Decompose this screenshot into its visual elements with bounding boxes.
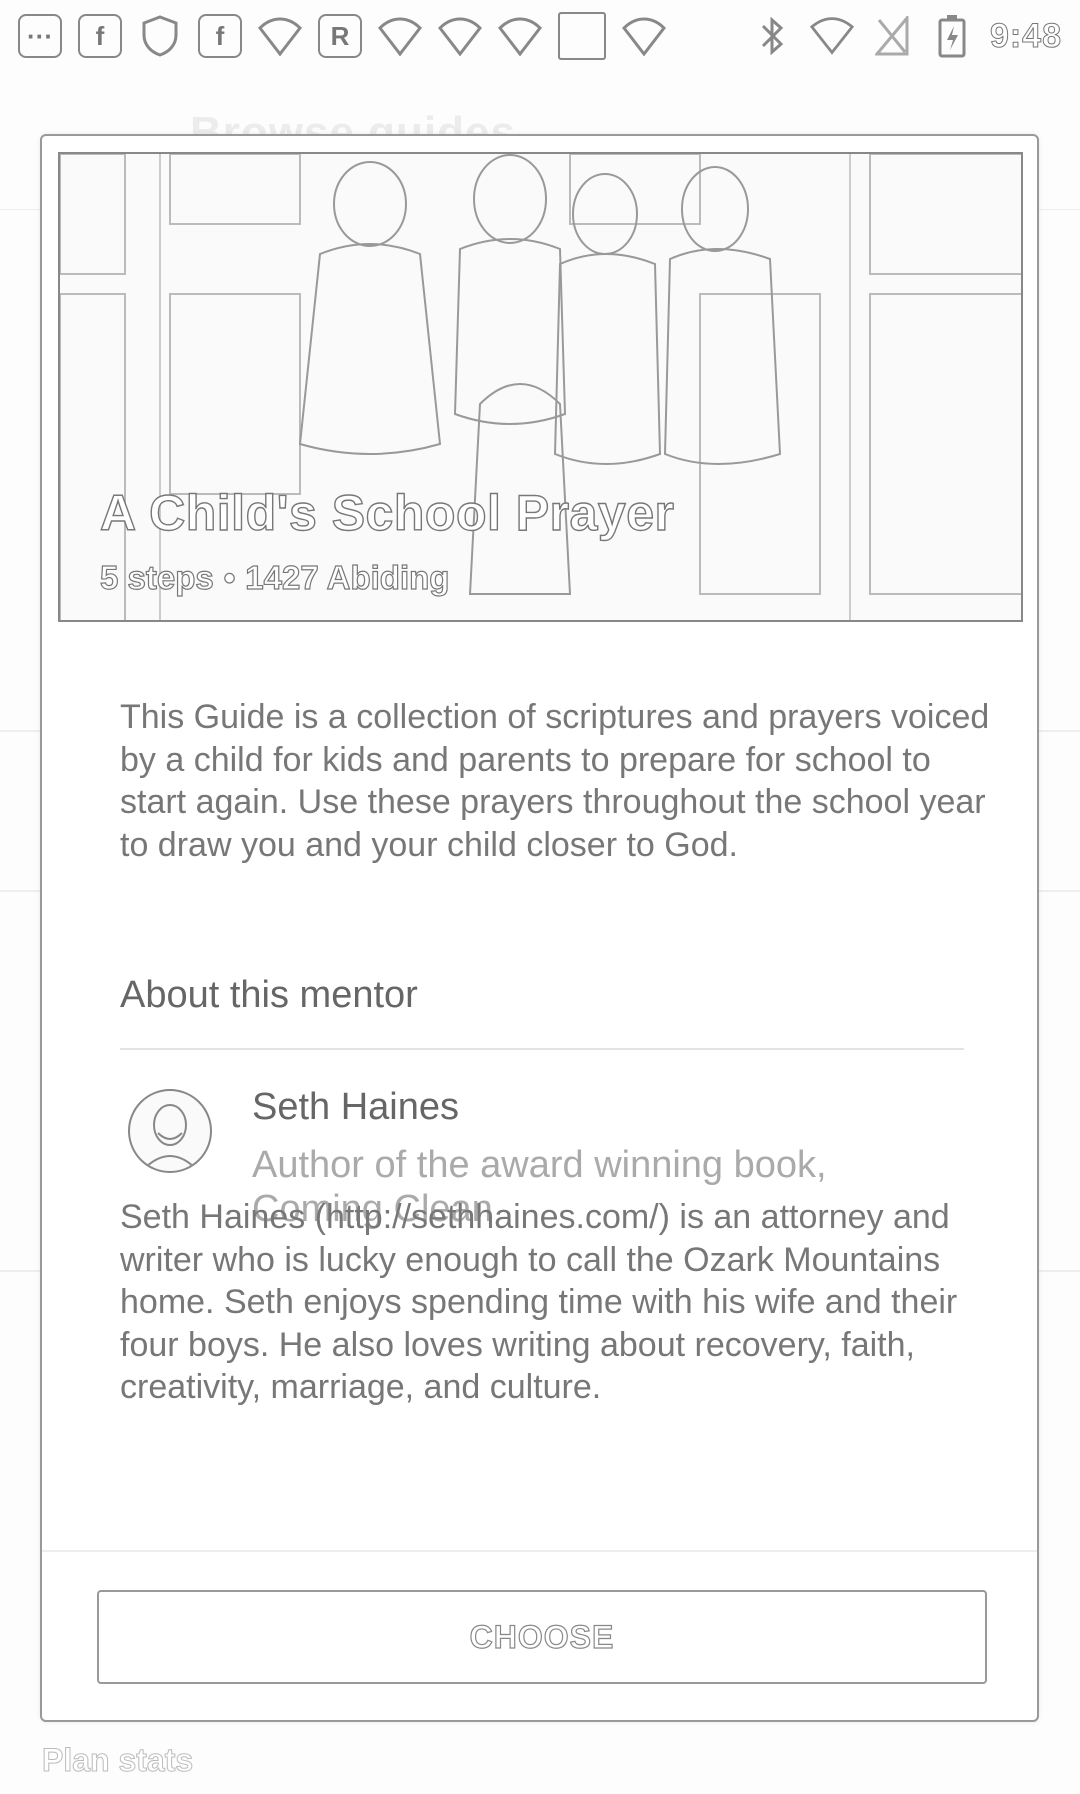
wifi-icon	[378, 14, 422, 58]
wifi-icon	[438, 14, 482, 58]
mentor-name: Seth Haines	[252, 1086, 460, 1128]
guide-dialog: A Child's School Prayer 5 steps • 1427 A…	[40, 134, 1039, 1722]
hero-image: A Child's School Prayer 5 steps • 1427 A…	[58, 152, 1023, 622]
avatar	[128, 1089, 212, 1173]
footer-divider	[42, 1550, 1037, 1552]
section-divider	[120, 1048, 964, 1050]
mentor-avatar-icon	[141, 1104, 199, 1171]
meta-separator: •	[223, 558, 236, 596]
wifi-icon	[622, 14, 666, 58]
screen: ··· f f R 9:48 Browse guides Plan stats …	[0, 0, 1080, 1794]
guide-meta: 5 steps • 1427 Abiding	[99, 558, 450, 597]
facebook-icon: f	[198, 14, 242, 58]
more-icon: ···	[18, 14, 62, 58]
clock: 9:48	[989, 16, 1062, 55]
battery-charging-icon	[930, 14, 974, 58]
blank-square-icon	[558, 12, 606, 60]
no-sim-icon	[870, 14, 914, 58]
system-icons: 9:48	[750, 14, 1062, 58]
choose-button[interactable]: CHOOSE	[97, 1590, 987, 1684]
guide-description: This Guide is a collection of scriptures…	[120, 698, 990, 864]
wifi-signal-icon	[809, 14, 854, 58]
guide-title: A Child's School Prayer	[99, 484, 675, 541]
wifi-icon	[498, 14, 542, 58]
background-footer-text: Plan stats	[41, 1742, 194, 1779]
abiding-count: 1427 Abiding	[245, 558, 450, 596]
hero-illustration	[60, 154, 1021, 620]
r-icon: R	[318, 14, 362, 58]
facebook-icon: f	[78, 14, 122, 58]
steps-count: 5 steps	[99, 558, 214, 596]
shield-icon	[138, 14, 182, 58]
bluetooth-icon	[750, 14, 794, 58]
wifi-icon	[258, 14, 302, 58]
status-bar: ··· f f R 9:48	[0, 0, 1080, 72]
notification-icons: ··· f f R	[18, 12, 666, 60]
section-title: About this mentor	[120, 974, 418, 1016]
mentor-bio: Seth Haines (http://sethhaines.com/) is …	[120, 1198, 958, 1406]
